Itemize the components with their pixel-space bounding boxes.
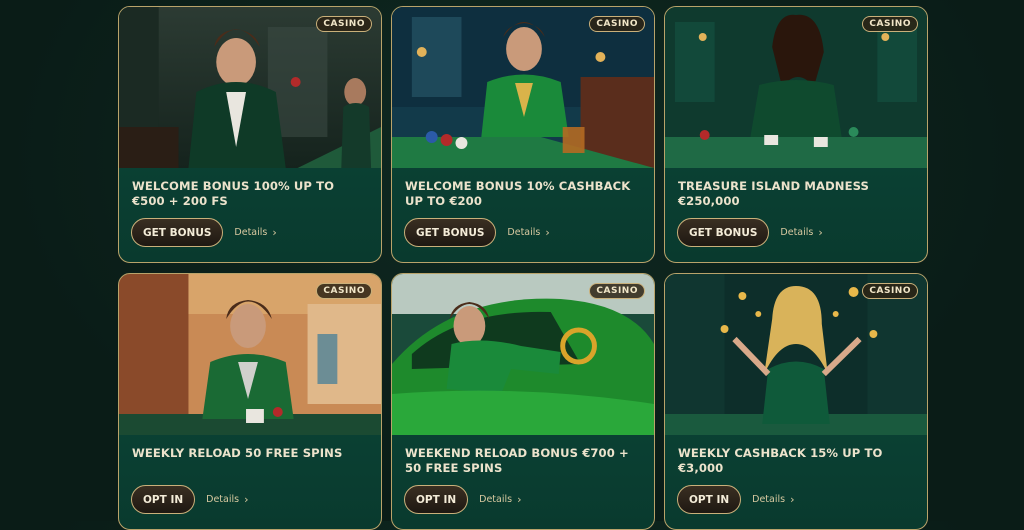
promo-card: CASINO WEEKLY RELOAD 50 FREE SPINS OPT I… bbox=[118, 273, 382, 530]
opt-in-button[interactable]: OPT IN bbox=[677, 485, 742, 514]
promo-actions: OPT IN Details › bbox=[131, 485, 248, 514]
get-bonus-button[interactable]: GET BONUS bbox=[677, 218, 770, 247]
details-label: Details bbox=[507, 227, 541, 238]
promo-title: WEEKLY RELOAD 50 FREE SPINS bbox=[132, 446, 343, 460]
details-label: Details bbox=[479, 494, 513, 505]
promo-card: CASINO WELCOME BONUS 100% UP TO €500 + 2… bbox=[118, 6, 382, 263]
opt-in-button[interactable]: OPT IN bbox=[131, 485, 196, 514]
details-label: Details bbox=[206, 494, 240, 505]
promo-title: TREASURE ISLAND MADNESS €250,000 bbox=[678, 179, 869, 208]
get-bonus-button[interactable]: GET BONUS bbox=[131, 218, 224, 247]
details-link[interactable]: Details › bbox=[234, 226, 276, 239]
details-label: Details bbox=[752, 494, 786, 505]
promo-title: WEEKLY CASHBACK 15% UP TO €3,000 bbox=[678, 446, 883, 475]
casino-badge: CASINO bbox=[589, 16, 645, 32]
promo-actions: OPT IN Details › bbox=[677, 485, 794, 514]
promo-actions: GET BONUS Details › bbox=[404, 218, 550, 247]
promo-title: WELCOME BONUS 100% UP TO €500 + 200 FS bbox=[132, 179, 335, 208]
casino-badge: CASINO bbox=[316, 16, 372, 32]
promo-actions: OPT IN Details › bbox=[404, 485, 521, 514]
casino-badge: CASINO bbox=[862, 16, 918, 32]
promo-actions: GET BONUS Details › bbox=[131, 218, 277, 247]
chevron-right-icon: › bbox=[272, 226, 277, 239]
promo-card: CASINO WELCOME BONUS 10% CASHBACK UP TO … bbox=[391, 6, 655, 263]
chevron-right-icon: › bbox=[244, 493, 249, 506]
promo-card: CASINO WEEKLY CASHBACK 15% UP TO €3,000 … bbox=[664, 273, 928, 530]
details-label: Details bbox=[780, 227, 814, 238]
chevron-right-icon: › bbox=[818, 226, 823, 239]
promo-card: CASINO WEEKEND RELOAD BONUS €700 + 50 FR… bbox=[391, 273, 655, 530]
casino-badge: CASINO bbox=[862, 283, 918, 299]
get-bonus-button[interactable]: GET BONUS bbox=[404, 218, 497, 247]
details-link[interactable]: Details › bbox=[479, 493, 521, 506]
promotions-grid: CASINO WELCOME BONUS 100% UP TO €500 + 2… bbox=[118, 6, 928, 530]
details-link[interactable]: Details › bbox=[507, 226, 549, 239]
promo-title: WEEKEND RELOAD BONUS €700 + 50 FREE SPIN… bbox=[405, 446, 629, 475]
opt-in-button[interactable]: OPT IN bbox=[404, 485, 469, 514]
casino-badge: CASINO bbox=[316, 283, 372, 299]
casino-badge: CASINO bbox=[589, 283, 645, 299]
promo-actions: GET BONUS Details › bbox=[677, 218, 823, 247]
promo-card: CASINO TREASURE ISLAND MADNESS €250,000 … bbox=[664, 6, 928, 263]
chevron-right-icon: › bbox=[790, 493, 795, 506]
details-link[interactable]: Details › bbox=[206, 493, 248, 506]
chevron-right-icon: › bbox=[545, 226, 550, 239]
promo-title: WELCOME BONUS 10% CASHBACK UP TO €200 bbox=[405, 179, 631, 208]
details-link[interactable]: Details › bbox=[752, 493, 794, 506]
details-link[interactable]: Details › bbox=[780, 226, 822, 239]
details-label: Details bbox=[234, 227, 268, 238]
chevron-right-icon: › bbox=[517, 493, 522, 506]
